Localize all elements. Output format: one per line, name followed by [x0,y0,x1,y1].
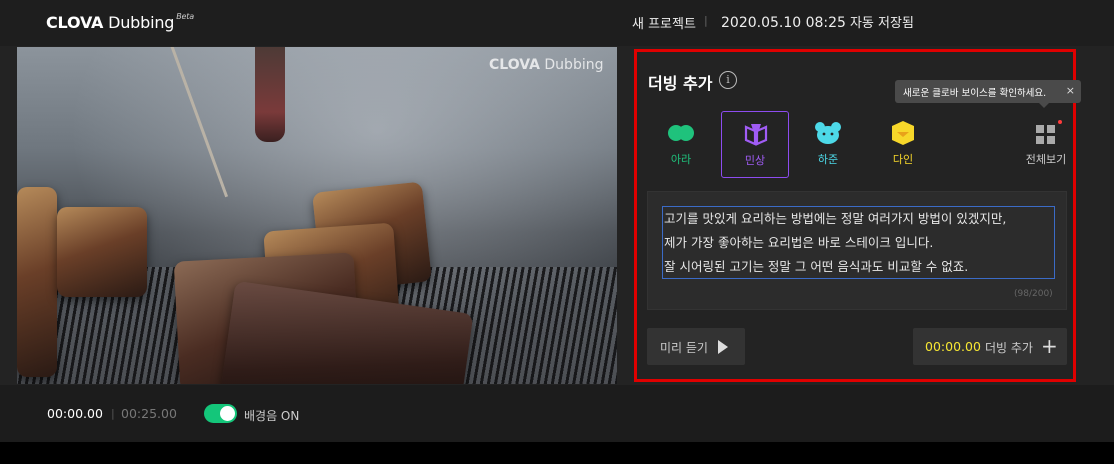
voice-dain-button[interactable]: 다인 [869,111,937,178]
project-name[interactable]: 새 프로젝트 [632,13,696,32]
dain-voice-icon [892,121,914,145]
info-icon[interactable]: i [719,71,737,89]
char-count: (98/200) [1014,289,1053,299]
add-dubbing-button[interactable]: 00:00.00 더빙 추가 + [913,328,1067,365]
voice-hajun-button[interactable]: 하준 [794,111,862,178]
dubbing-start-time: 00:00.00 [925,339,981,354]
plus-icon: + [1041,334,1058,358]
ara-voice-icon [668,125,694,141]
dubbing-panel-title: 더빙 추가 [648,74,713,93]
save-status: 자동 저장됨 [849,16,914,31]
add-dubbing-label: 더빙 추가 [985,341,1033,355]
video-watermark: CLOVA Dubbing [489,57,604,73]
grid-icon [1036,125,1055,144]
play-icon [718,340,728,354]
minsang-voice-icon [744,124,768,146]
voice-ara-button[interactable]: 아라 [647,111,715,178]
hajun-voice-icon [815,122,841,144]
tongs-image [255,47,285,142]
voice-minsang-button[interactable]: 민상 [721,111,789,178]
current-time: 00:00.00 [47,406,103,421]
total-time: 00:25.00 [121,406,177,421]
time-divider: | [111,407,115,420]
close-icon[interactable]: × [1066,84,1075,97]
bgm-toggle[interactable] [204,404,237,423]
script-line[interactable]: 제가 가장 좋아하는 요리법은 바로 스테이크 입니다. [664,232,933,251]
preview-button[interactable]: 미리 듣기 [647,328,745,365]
bgm-label: 배경음 ON [244,409,300,423]
new-voice-tooltip: 새로운 클로바 보이스를 확인하세요. × [895,80,1081,108]
app-logo[interactable]: CLOVA Dubbing Beta [46,12,194,32]
script-line[interactable]: 고기를 맛있게 요리하는 방법에는 정말 여러가지 방법이 있겠지만, [664,208,1006,227]
new-badge-dot [1058,120,1062,124]
preview-label: 미리 듣기 [660,341,708,355]
video-preview[interactable]: CLOVA Dubbing [17,47,617,384]
header-divider: | [704,14,708,27]
save-timestamp: 2020.05.10 08:25 자동 저장됨 [721,15,914,31]
script-line[interactable]: 잘 시어링된 고기는 정말 그 어떤 음식과도 비교할 수 없죠. [664,256,968,275]
toggle-knob [220,406,235,421]
view-all-voices-button[interactable]: 전체보기 [1012,111,1080,178]
